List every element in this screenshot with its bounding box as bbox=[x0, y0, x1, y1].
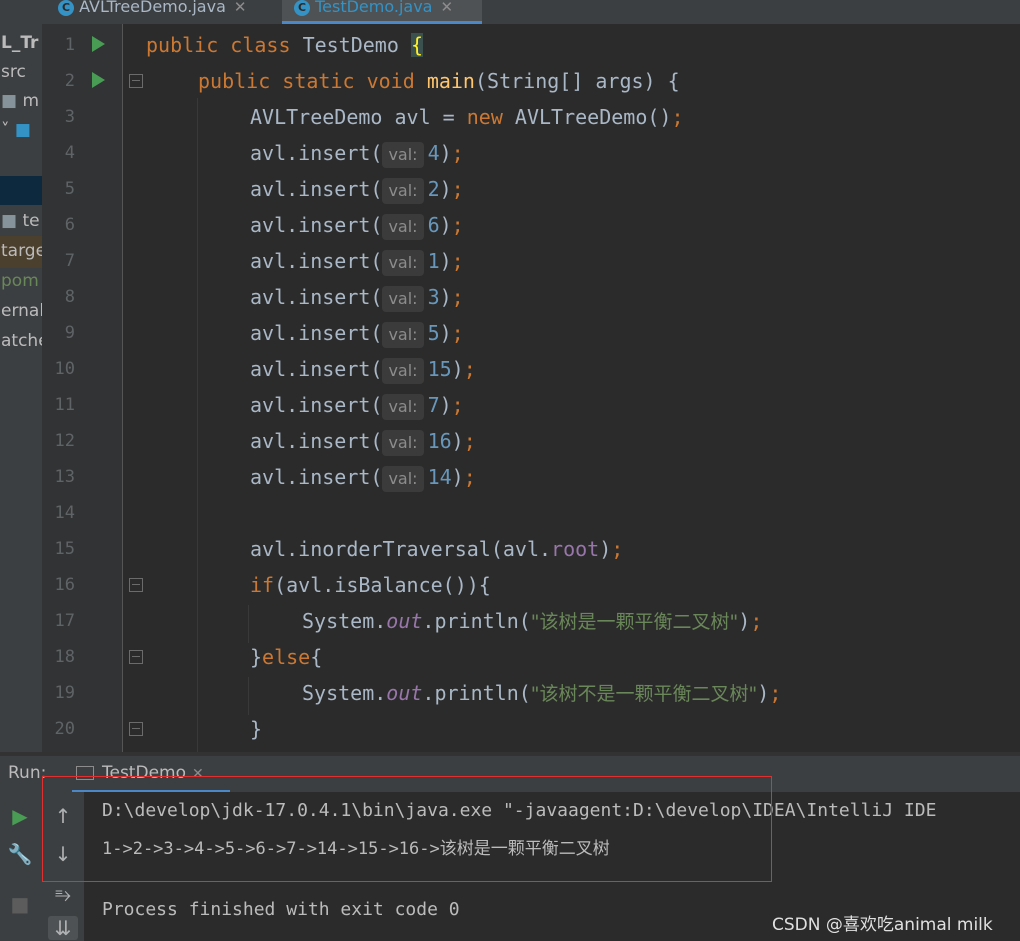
run-class-icon[interactable] bbox=[92, 36, 105, 52]
code-line-12: avl.insert(val: 16); bbox=[250, 423, 476, 459]
code-line-17: System.out.println("该树是一颗平衡二叉树"); bbox=[302, 609, 763, 633]
collapse-icon[interactable]: — bbox=[1, 0, 18, 8]
line-number: 10 bbox=[54, 359, 75, 379]
indent-guide bbox=[197, 98, 198, 752]
wrench-icon[interactable]: 🔧 bbox=[5, 842, 35, 866]
project-item-root[interactable]: L_Tr bbox=[1, 33, 38, 53]
code-line-8: avl.insert(val: 3); bbox=[250, 279, 464, 315]
code-line-6: avl.insert(val: 6); bbox=[250, 207, 464, 243]
line-number: 17 bbox=[54, 611, 75, 631]
project-selected-row[interactable] bbox=[0, 176, 42, 205]
editor-gutter: 1 2 3 4 5 6 7 8 9 10 11 12 13 14 15 16 1… bbox=[42, 24, 143, 752]
param-hint: val: bbox=[382, 321, 424, 348]
run-toolbar-left: ▶ 🔧 ■ bbox=[0, 792, 42, 941]
param-hint: val: bbox=[382, 177, 424, 204]
line-number: 20 bbox=[54, 719, 75, 739]
line-number: 3 bbox=[64, 107, 75, 127]
param-hint: val: bbox=[382, 429, 424, 456]
folder-icon: ■ bbox=[1, 211, 18, 231]
line-number: 14 bbox=[54, 503, 75, 523]
class-icon: C bbox=[294, 0, 310, 16]
code-line-16: if(avl.isBalance()){ bbox=[250, 573, 491, 597]
line-number: 9 bbox=[64, 323, 75, 343]
close-icon[interactable]: ✕ bbox=[440, 0, 453, 16]
code-line-15: avl.inorderTraversal(avl.root); bbox=[250, 537, 624, 561]
gutter-divider bbox=[122, 24, 123, 752]
param-hint: val: bbox=[382, 249, 424, 276]
param-hint: val: bbox=[382, 393, 424, 420]
code-line-10: avl.insert(val: 15); bbox=[250, 351, 476, 387]
line-number: 12 bbox=[54, 431, 75, 451]
project-item-target[interactable]: targe bbox=[1, 241, 42, 261]
folder-icon: ■ bbox=[14, 120, 31, 140]
indent-guide bbox=[248, 605, 249, 643]
code-line-18: }else{ bbox=[250, 645, 323, 669]
tab-testdemo[interactable]: C TestDemo.java ✕ bbox=[282, 0, 482, 24]
matched-brace: { bbox=[410, 33, 423, 57]
line-number: 5 bbox=[64, 179, 75, 199]
project-item-expanded[interactable]: ˅ ■ bbox=[1, 120, 31, 140]
run-label: Run: bbox=[8, 763, 47, 783]
line-number: 4 bbox=[64, 143, 75, 163]
code-line-2: public static void main(String[] args) { bbox=[198, 69, 680, 93]
line-number: 8 bbox=[64, 287, 75, 307]
project-panel: — L_Tr src ■ m ˅ ■ ■ te targe pom ernal … bbox=[0, 0, 42, 752]
close-icon[interactable]: ✕ bbox=[234, 0, 247, 16]
highlight-box bbox=[42, 776, 772, 882]
line-number: 1 bbox=[64, 35, 75, 55]
fold-icon[interactable] bbox=[129, 74, 143, 88]
fold-icon[interactable] bbox=[129, 650, 143, 664]
project-item-pom[interactable]: pom bbox=[1, 271, 39, 291]
run-main-icon[interactable] bbox=[92, 72, 105, 88]
code-line-13: avl.insert(val: 14); bbox=[250, 459, 476, 495]
project-item-test[interactable]: ■ te bbox=[1, 211, 40, 231]
class-icon: C bbox=[58, 0, 74, 16]
code-line-20: } bbox=[250, 717, 263, 741]
code-line-19: System.out.println("该树不是一颗平衡二叉树"); bbox=[302, 681, 782, 705]
folder-icon: ■ bbox=[1, 91, 18, 111]
line-number: 18 bbox=[54, 647, 75, 667]
line-number: 7 bbox=[64, 251, 75, 271]
code-line-4: avl.insert(val: 4); bbox=[250, 135, 464, 171]
scroll-to-end-icon[interactable]: ⇊ bbox=[48, 916, 78, 940]
param-hint: val: bbox=[382, 141, 424, 168]
code-line-5: avl.insert(val: 2); bbox=[250, 171, 464, 207]
line-number: 19 bbox=[54, 683, 75, 703]
code-line-1: public class TestDemo { bbox=[146, 33, 423, 57]
fold-icon[interactable] bbox=[129, 722, 143, 736]
project-item-main[interactable]: ■ m bbox=[1, 91, 39, 111]
stop-icon[interactable]: ■ bbox=[5, 892, 35, 916]
fold-icon[interactable] bbox=[129, 578, 143, 592]
tab-avltreedemo[interactable]: C AVLTreeDemo.java ✕ bbox=[58, 0, 246, 24]
line-number: 2 bbox=[64, 71, 75, 91]
console-line-exit: Process finished with exit code 0 bbox=[102, 899, 460, 920]
soft-wrap-icon[interactable]: ⥱ bbox=[48, 882, 78, 906]
code-line-11: avl.insert(val: 7); bbox=[250, 387, 464, 423]
indent-guide bbox=[248, 677, 249, 715]
param-hint: val: bbox=[382, 213, 424, 240]
line-number: 13 bbox=[54, 467, 75, 487]
chevron-down-icon: ˅ bbox=[1, 120, 10, 140]
line-number: 16 bbox=[54, 575, 75, 595]
param-hint: val: bbox=[382, 285, 424, 312]
code-line-7: avl.insert(val: 1); bbox=[250, 243, 464, 279]
code-line-9: avl.insert(val: 5); bbox=[250, 315, 464, 351]
project-item-scratches[interactable]: atche bbox=[1, 331, 42, 351]
line-number: 15 bbox=[54, 539, 75, 559]
project-item-src[interactable]: src bbox=[1, 62, 26, 82]
param-hint: val: bbox=[382, 357, 424, 384]
line-number: 6 bbox=[64, 215, 75, 235]
code-line-3: AVLTreeDemo avl = new AVLTreeDemo(); bbox=[250, 105, 684, 129]
rerun-icon[interactable]: ▶ bbox=[5, 804, 35, 828]
editor-tab-bar: C AVLTreeDemo.java ✕ C TestDemo.java ✕ bbox=[42, 0, 1020, 24]
line-number: 11 bbox=[54, 395, 75, 415]
watermark: CSDN @喜欢吃animal milk bbox=[772, 915, 993, 935]
project-item-external[interactable]: ernal bbox=[1, 301, 42, 321]
param-hint: val: bbox=[382, 465, 424, 492]
